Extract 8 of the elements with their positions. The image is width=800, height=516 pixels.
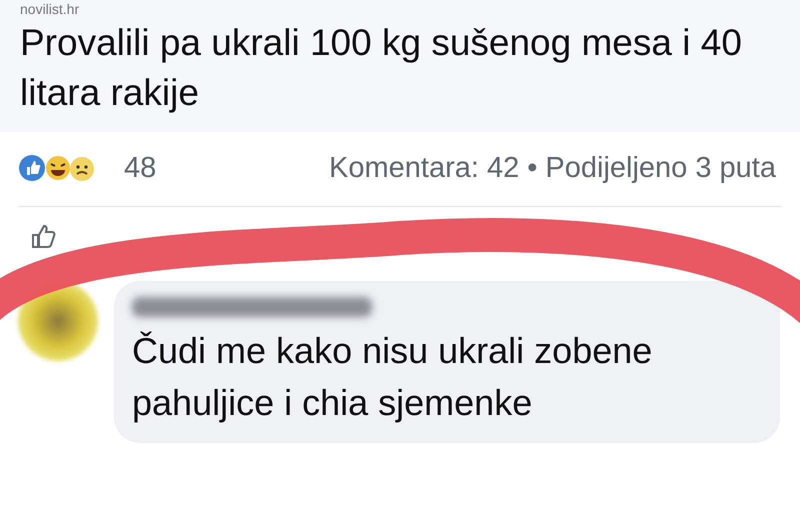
share-count[interactable]: Podijeljeno 3 puta — [545, 152, 776, 184]
thumbs-up-icon[interactable] — [30, 224, 56, 250]
comment-count[interactable]: Komentara: 42 — [329, 152, 520, 184]
reaction-count[interactable]: 48 — [124, 152, 156, 184]
post-title[interactable]: Provalili pa ukrali 100 kg sušenog mesa i 40 litara rakije — [20, 18, 780, 118]
separator-dot: • — [527, 152, 538, 184]
comment-text: Čudi me kako nisu ukrali zobene pahuljice i chia sjemenke — [132, 329, 654, 425]
source-domain[interactable]: novilist.hr — [20, 0, 780, 18]
